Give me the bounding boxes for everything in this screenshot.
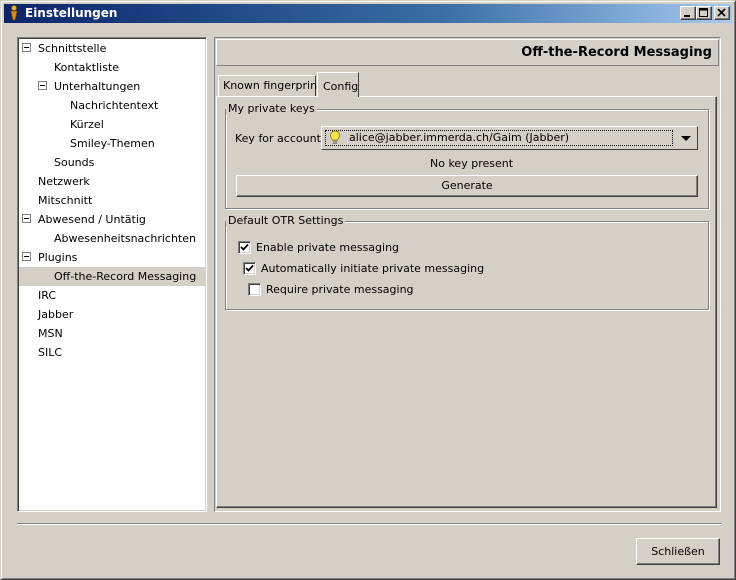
close-dialog-button[interactable]: Schließen — [636, 538, 720, 565]
close-button[interactable] — [714, 6, 730, 20]
preferences-window: Einstellungen Schnittstelle Kontaktliste — [0, 0, 736, 580]
tree-item-label: Unterhaltungen — [54, 80, 141, 93]
minimize-button[interactable] — [680, 6, 696, 20]
tab-label: Known fingerprints — [223, 79, 328, 92]
tree-item-schnittstelle[interactable]: Schnittstelle — [19, 39, 205, 58]
collapse-icon[interactable] — [22, 252, 31, 261]
maximize-button[interactable] — [696, 6, 712, 20]
tree-item-abwesenheitsnachrichten[interactable]: Abwesenheitsnachrichten — [19, 229, 205, 248]
checkmark-icon — [245, 264, 254, 272]
page-title: Off-the-Record Messaging — [521, 45, 712, 60]
tree-item-label: Abwesenheitsnachrichten — [54, 232, 196, 245]
app-icon — [7, 5, 21, 21]
require-private-messaging-label[interactable]: Require private messaging — [266, 283, 414, 296]
tree-item-smiley-themen[interactable]: Smiley-Themen — [19, 134, 205, 153]
tree-item-nachrichtentext[interactable]: Nachrichtentext — [19, 96, 205, 115]
auto-initiate-checkbox[interactable] — [243, 262, 256, 275]
tree-item-label: IRC — [38, 289, 57, 302]
tree-item-label: Sounds — [54, 156, 95, 169]
tree-item-plugins[interactable]: Plugins — [19, 248, 205, 267]
page-header: Off-the-Record Messaging — [216, 39, 719, 66]
otr-settings-group-label: Default OTR Settings — [226, 214, 346, 227]
tree-item-kontaktliste[interactable]: Kontaktliste — [19, 58, 205, 77]
footer-separator — [17, 523, 721, 525]
tree-item-label: MSN — [38, 327, 63, 340]
minimize-icon — [684, 15, 690, 17]
tree-item-label: Schnittstelle — [38, 42, 107, 55]
close-icon — [717, 8, 726, 17]
auto-initiate-label[interactable]: Automatically initiate private messaging — [261, 262, 484, 275]
maximize-icon — [699, 8, 708, 17]
collapse-icon[interactable] — [22, 214, 31, 223]
account-select-value: alice@jabber.immerda.ch/Gaim (Jabber) — [349, 131, 570, 144]
tree-item-label: Off-the-Record Messaging — [54, 270, 197, 283]
dropdown-arrow-icon[interactable] — [676, 128, 696, 148]
generate-button[interactable]: Generate — [236, 175, 698, 197]
tree-item-label: Abwesend / Untätig — [38, 213, 146, 226]
window-title: Einstellungen — [25, 6, 118, 20]
tree-item-msn[interactable]: MSN — [19, 324, 205, 343]
key-for-account-label: Key for account: — [235, 132, 325, 145]
tree-item-irc[interactable]: IRC — [19, 286, 205, 305]
tree-item-jabber[interactable]: Jabber — [19, 305, 205, 324]
tree-item-unterhaltungen[interactable]: Unterhaltungen — [19, 77, 205, 96]
collapse-icon[interactable] — [22, 43, 31, 52]
generate-button-label: Generate — [441, 179, 493, 192]
close-dialog-button-label: Schließen — [651, 545, 705, 558]
category-tree[interactable]: Schnittstelle Kontaktliste Unterhaltunge… — [17, 37, 207, 512]
tree-item-label: Mitschnitt — [38, 194, 93, 207]
tree-item-sounds[interactable]: Sounds — [19, 153, 205, 172]
collapse-icon[interactable] — [38, 81, 47, 90]
tree-item-label: Kürzel — [70, 118, 104, 131]
require-private-messaging-checkbox[interactable] — [248, 283, 261, 296]
tree-item-otr[interactable]: Off-the-Record Messaging — [19, 267, 205, 286]
key-status-text: No key present — [430, 157, 514, 170]
lightbulb-icon — [329, 130, 341, 146]
tree-item-label: Plugins — [38, 251, 78, 264]
tree-item-abwesend[interactable]: Abwesend / Untätig — [19, 210, 205, 229]
tree-item-mitschnitt[interactable]: Mitschnitt — [19, 191, 205, 210]
tree-item-label: Nachrichtentext — [70, 99, 159, 112]
enable-private-messaging-label[interactable]: Enable private messaging — [256, 241, 399, 254]
tree-item-kuerzel[interactable]: Kürzel — [19, 115, 205, 134]
tree-item-label: Smiley-Themen — [70, 137, 155, 150]
account-select[interactable]: alice@jabber.immerda.ch/Gaim (Jabber) — [321, 126, 698, 150]
tab-label: Config — [323, 80, 359, 93]
title-bar[interactable]: Einstellungen — [4, 4, 732, 23]
tree-item-label: Netzwerk — [38, 175, 90, 188]
checkmark-icon — [240, 243, 249, 251]
tab-known-fingerprints[interactable]: Known fingerprints — [218, 75, 327, 96]
enable-private-messaging-checkbox[interactable] — [238, 241, 251, 254]
private-keys-group-label: My private keys — [226, 102, 317, 115]
tab-config[interactable]: Config — [317, 72, 359, 97]
tree-item-label: SILC — [38, 346, 63, 359]
tree-item-silc[interactable]: SILC — [19, 343, 205, 362]
tree-item-netzwerk[interactable]: Netzwerk — [19, 172, 205, 191]
tree-item-label: Kontaktliste — [54, 61, 120, 74]
tree-item-label: Jabber — [38, 308, 74, 321]
